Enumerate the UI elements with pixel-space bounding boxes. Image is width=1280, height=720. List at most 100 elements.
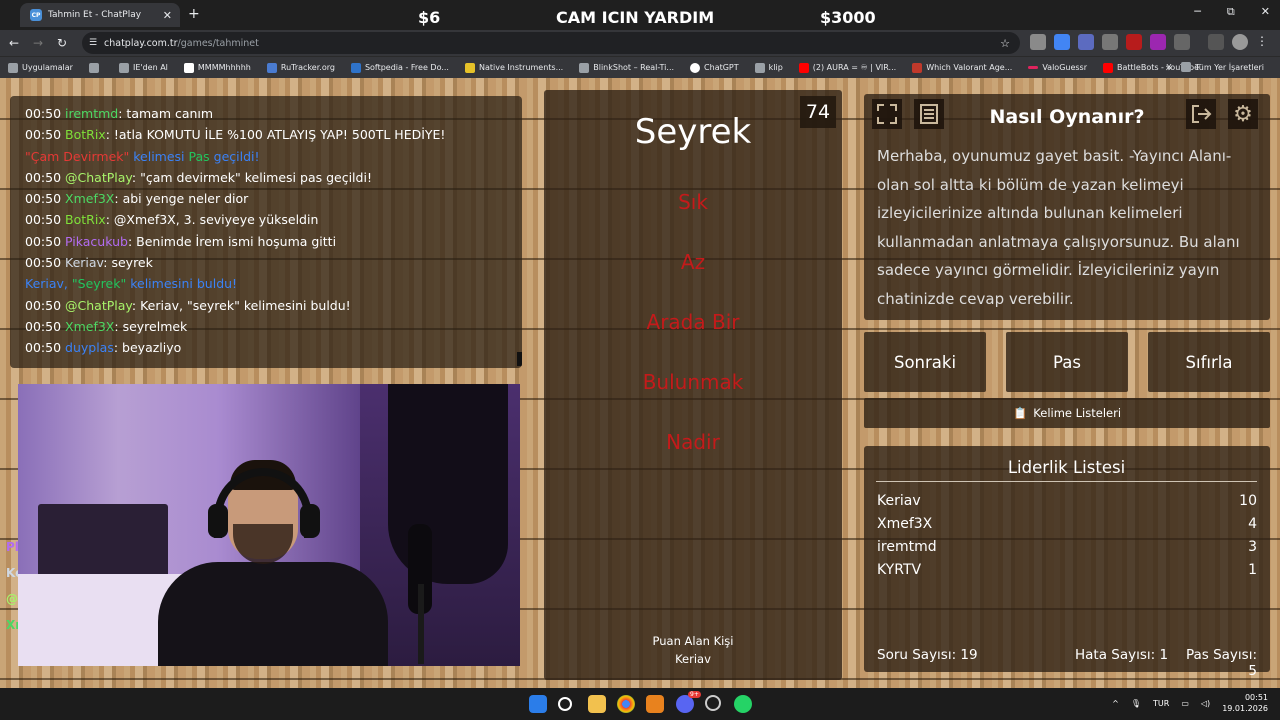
peek-chat-text: @ [6, 592, 18, 606]
chat-message: 00:50 iremtmd: tamam canım [10, 103, 522, 124]
bookmark-item[interactable]: MMMMhhhhh [176, 62, 259, 73]
menu-kebab-icon[interactable]: ⋮ [1256, 34, 1272, 50]
extension-icon[interactable] [1078, 34, 1094, 50]
download-icon[interactable] [1102, 34, 1118, 50]
chat-username[interactable]: Xmef3X [65, 191, 114, 206]
tab-close-icon[interactable]: ✕ [163, 9, 172, 22]
bookmark-item[interactable]: ChatGPT [682, 62, 747, 73]
chat-panel: 00:50 iremtmd: tamam canım 00:50 BotRix: … [10, 96, 522, 368]
pass-button[interactable]: Pas [1006, 332, 1128, 392]
file-explorer-icon[interactable] [588, 695, 606, 713]
media-control-icon[interactable] [1208, 34, 1224, 50]
bookmark-item[interactable]: BlinkShot – Real-Ti... [571, 62, 682, 73]
chat-username[interactable]: Pikacukub [65, 234, 128, 249]
bookmark-item[interactable]: (2) AURA = ♾ | VIR... [791, 62, 904, 73]
bookmarks-more-button[interactable]: » [1165, 61, 1172, 74]
forward-arrow-icon[interactable]: → [26, 36, 50, 50]
chat-text: kelimesini buldu! [126, 276, 238, 292]
bookmark-item[interactable]: RuTracker.org [259, 62, 343, 73]
network-icon[interactable]: ▭ [1181, 699, 1189, 708]
clock[interactable]: 00:51 19.01.2026 [1222, 692, 1268, 714]
bookmark-favicon-icon [266, 62, 277, 73]
maximize-button[interactable]: ⧉ [1227, 5, 1235, 19]
chat-list: 00:50 iremtmd: tamam canım 00:50 BotRix: … [10, 96, 522, 359]
chat-separator: : [114, 191, 123, 207]
chat-text: "çam devirmek" kelimesi pas geçildi! [140, 169, 372, 185]
chat-separator: : [113, 340, 123, 356]
whatsapp-icon[interactable] [734, 695, 752, 713]
chat-message: 00:50 BotRix: @Xmef3X, 3. seviyeye yükse… [10, 209, 522, 230]
chat-username[interactable]: duyplas [65, 340, 114, 355]
chat-username[interactable]: "Çam Devirmek" [25, 149, 129, 164]
volume-icon[interactable]: ◁) [1201, 699, 1210, 708]
chat-username[interactable]: @ChatPlay [65, 170, 132, 185]
chat-text: !atla KOMUTU İLE %100 ATLAYIŞ YAP! 500TL… [113, 127, 446, 143]
translate-icon[interactable] [1054, 34, 1070, 50]
chevron-up-icon[interactable]: ^ [1112, 699, 1119, 708]
chat-separator: : [131, 297, 141, 313]
chat-message: 00:50 Pikacukub: Benimde İrem ismi hoşum… [10, 231, 522, 252]
scorer-name: Keriav [675, 652, 711, 666]
chat-username[interactable]: Keriav [65, 255, 103, 270]
grid-icon [88, 62, 99, 73]
browser-tab[interactable]: CP Tahmin Et - ChatPlay ✕ [20, 3, 180, 27]
word-lists-button[interactable]: 📋 Kelime Listeleri [864, 398, 1270, 428]
microphone-icon[interactable]: 🎙 [1131, 699, 1141, 708]
chat-username[interactable]: @ChatPlay [65, 298, 132, 313]
close-window-button[interactable]: ✕ [1261, 5, 1270, 19]
bookmark-item[interactable]: Uygulamalar [0, 62, 81, 73]
windows-start-icon[interactable] [529, 695, 547, 713]
chat-separator: : [105, 212, 114, 228]
chat-time: 00:50 [25, 106, 62, 121]
all-bookmarks-button[interactable]: Tüm Yer İşaretleri [1173, 62, 1272, 72]
back-arrow-icon[interactable]: ← [2, 36, 26, 50]
bookmark-item[interactable]: Softpedia - Free Do... [343, 62, 457, 73]
system-tray: ^ 🎙 TUR ▭ ◁) 00:51 19.01.2026 [1112, 692, 1268, 714]
reload-icon[interactable]: ↻ [50, 36, 74, 50]
chat-username[interactable]: Keriav, [25, 276, 68, 291]
chat-text: geçildi! [209, 148, 260, 164]
reset-button[interactable]: Sıfırla [1148, 332, 1270, 392]
scorer-label: Puan Alan Kişi [652, 634, 734, 648]
chrome-icon[interactable] [617, 695, 635, 713]
extension-icon[interactable] [1150, 34, 1166, 50]
chat-separator: : [127, 233, 137, 249]
chat-username[interactable]: iremtmd [65, 106, 118, 121]
minimize-button[interactable]: ─ [1194, 5, 1201, 19]
language-indicator[interactable]: TUR [1153, 699, 1169, 708]
bookmark-favicon-icon [464, 62, 475, 73]
exit-icon[interactable] [1186, 99, 1216, 129]
leaderboard-row: Xmef3X 4 [877, 516, 1257, 532]
bookmark-favicon-icon [350, 62, 361, 73]
question-count: Soru Sayısı: 19 [877, 647, 978, 663]
extensions-puzzle-icon[interactable] [1174, 34, 1190, 50]
site-info-icon[interactable]: ☰ [89, 38, 97, 48]
search-icon[interactable] [558, 697, 572, 711]
gear-icon[interactable]: ⚙ [1228, 99, 1258, 129]
chat-scrollbar[interactable] [517, 352, 522, 366]
chat-time: 00:50 [25, 255, 62, 271]
chat-separator: : [105, 127, 114, 143]
bookmark-favicon-icon [579, 62, 590, 73]
bookmark-item[interactable]: klip [747, 62, 791, 73]
chat-username[interactable]: BotRix [65, 212, 106, 227]
chat-username[interactable]: Xmef3X [65, 319, 114, 334]
chat-time: 00:50 [25, 191, 62, 207]
bookmark-item[interactable]: Which Valorant Age... [904, 62, 1020, 73]
hls-extension-icon[interactable] [1126, 34, 1142, 50]
address-bar[interactable]: ☰ chatplay.com.tr/games/tahminet ☆ [82, 32, 1020, 54]
bookmark-item[interactable]: ValoGuessr [1020, 63, 1095, 72]
extension-icon[interactable] [1030, 34, 1046, 50]
bookmark-item[interactable] [81, 62, 111, 73]
bookmark-star-icon[interactable]: ☆ [1000, 37, 1010, 50]
how-to-play-panel: Nasıl Oynanır? ⚙ Merhaba, oyunumuz gayet… [864, 94, 1270, 320]
next-button[interactable]: Sonraki [864, 332, 986, 392]
chat-username[interactable]: BotRix [65, 127, 106, 142]
brave-icon[interactable] [646, 695, 664, 713]
profile-avatar[interactable] [1232, 34, 1248, 50]
app-icon[interactable] [705, 695, 721, 711]
bookmark-item[interactable]: IE'den Al [111, 62, 176, 73]
new-tab-button[interactable]: + [188, 6, 200, 22]
overlay-goal-title: CAM ICIN YARDIM [556, 8, 715, 27]
bookmark-item[interactable]: Native Instruments... [457, 62, 571, 73]
